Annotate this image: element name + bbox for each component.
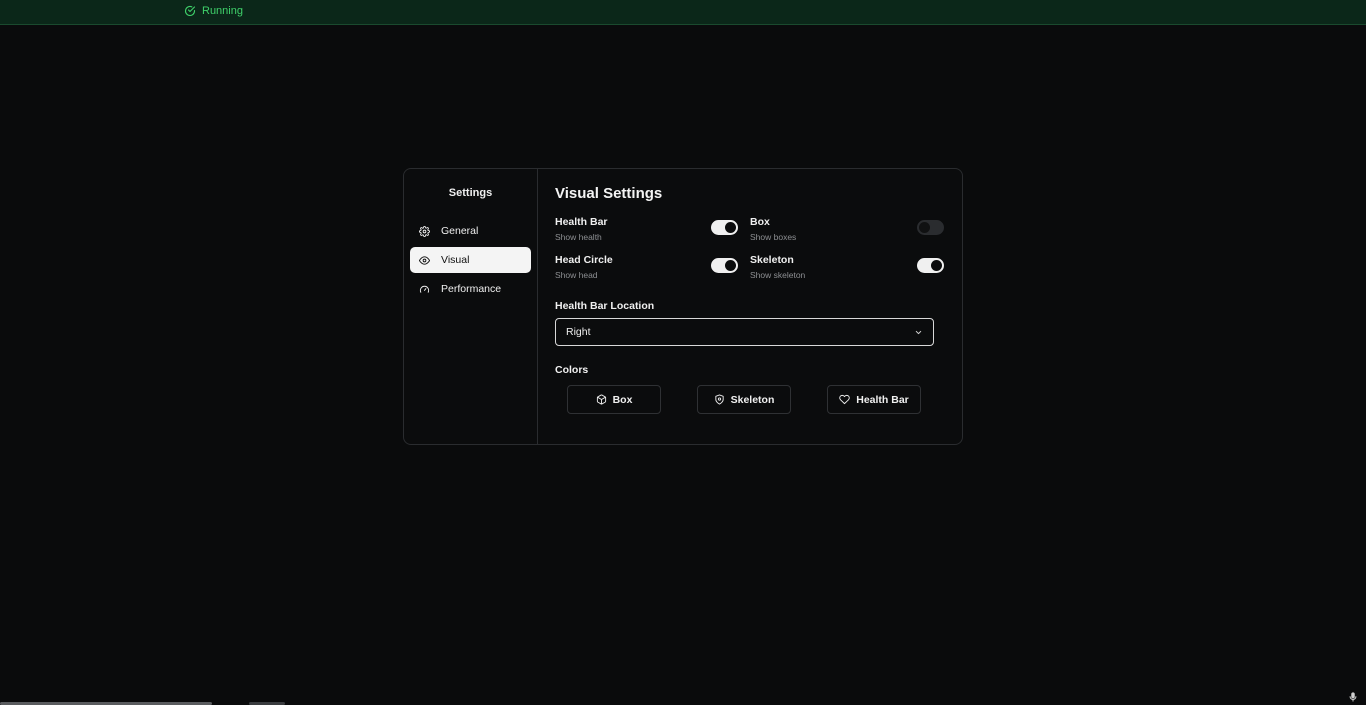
health-bar-location-select[interactable]: Right	[555, 318, 934, 346]
settings-panel: Settings General Visual Performance Visu…	[403, 168, 963, 445]
check-circle-icon	[185, 5, 196, 17]
gauge-icon	[419, 285, 430, 293]
setting-description: Show head	[555, 270, 598, 280]
sidebar: Settings General Visual Performance	[404, 169, 538, 444]
skeleton-color-button[interactable]: Skeleton	[697, 385, 791, 414]
setting-description: Show skeleton	[750, 270, 806, 280]
toggle-grid: Health Bar Show health Box Show boxes He…	[555, 216, 945, 280]
microphone-icon[interactable]	[1348, 691, 1358, 703]
colors-label: Colors	[555, 364, 589, 376]
cube-icon	[596, 394, 606, 405]
box-color-button[interactable]: Box	[567, 385, 661, 414]
sidebar-item-performance[interactable]: Performance	[410, 276, 531, 302]
setting-box: Box Show boxes	[750, 216, 945, 242]
visual-settings-content: Visual Settings Health Bar Show health B…	[538, 169, 962, 444]
health-bar-location-label: Health Bar Location	[555, 300, 655, 312]
box-toggle[interactable]	[917, 220, 944, 235]
button-label: Skeleton	[730, 393, 775, 406]
button-label: Health Bar	[856, 393, 909, 406]
chevron-down-icon	[915, 330, 922, 334]
button-label: Box	[612, 393, 633, 406]
health-bar-toggle[interactable]	[711, 220, 738, 235]
setting-description: Show boxes	[750, 232, 797, 242]
sidebar-title: Settings	[448, 187, 493, 199]
colors-row: Box Skeleton Health Bar	[555, 385, 945, 414]
sidebar-item-label: Performance	[441, 283, 502, 295]
sidebar-item-label: Visual	[441, 254, 470, 266]
setting-label: Box	[750, 216, 770, 228]
gear-icon	[419, 225, 430, 237]
setting-label: Head Circle	[555, 254, 613, 266]
setting-skeleton: Skeleton Show skeleton	[750, 254, 945, 280]
skeleton-toggle[interactable]	[917, 258, 944, 273]
setting-label: Skeleton	[750, 254, 794, 266]
sidebar-item-visual[interactable]: Visual	[410, 247, 531, 273]
heart-icon	[839, 394, 850, 405]
setting-label: Health Bar	[555, 216, 608, 228]
setting-head-circle: Head Circle Show head	[555, 254, 750, 280]
page-title: Visual Settings	[555, 185, 663, 202]
status-text: Running	[202, 5, 243, 17]
sidebar-item-label: General	[441, 225, 479, 237]
setting-health-bar: Health Bar Show health	[555, 216, 750, 242]
setting-description: Show health	[555, 232, 602, 242]
select-value: Right	[566, 326, 591, 338]
eye-icon	[419, 255, 430, 265]
sidebar-item-general[interactable]: General	[410, 218, 531, 244]
head-circle-toggle[interactable]	[711, 258, 738, 273]
status-bar: Running	[0, 0, 1366, 25]
shield-icon	[714, 394, 724, 405]
status-indicator: Running	[184, 5, 243, 17]
health-bar-color-button[interactable]: Health Bar	[827, 385, 921, 414]
